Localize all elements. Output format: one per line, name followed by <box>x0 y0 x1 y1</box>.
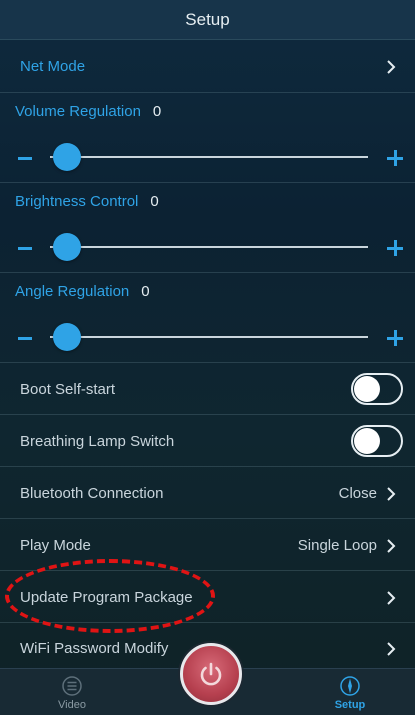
play-mode-label: Play Mode <box>20 537 91 554</box>
angle-title: Angle Regulation 0 <box>15 283 150 300</box>
angle-plus-button[interactable] <box>387 330 403 346</box>
breathing-lamp-label: Breathing Lamp Switch <box>20 433 175 450</box>
brightness-minus-button[interactable] <box>18 247 32 250</box>
bluetooth-connection-label: Bluetooth Connection <box>20 485 164 502</box>
volume-slider-track[interactable] <box>50 156 368 158</box>
brightness-title: Brightness Control 0 <box>15 193 159 210</box>
bluetooth-connection-value: Close <box>338 485 377 502</box>
chevron-right-icon <box>383 590 399 606</box>
chevron-right-icon <box>383 59 399 75</box>
compass-icon <box>340 676 360 696</box>
tab-video[interactable]: Video <box>42 675 102 711</box>
chevron-right-icon <box>383 641 399 657</box>
breathing-lamp-toggle[interactable] <box>351 425 403 457</box>
volume-value: 0 <box>152 103 162 120</box>
power-icon <box>200 662 222 686</box>
highlight-annotation <box>5 559 215 633</box>
list-icon <box>62 676 82 696</box>
play-mode-value: Single Loop <box>297 537 377 554</box>
volume-slider-block: Volume Regulation 0 <box>0 93 415 183</box>
volume-label: Volume Regulation <box>15 103 141 120</box>
volume-slider-thumb[interactable] <box>53 143 81 171</box>
angle-value: 0 <box>141 283 150 300</box>
volume-minus-button[interactable] <box>18 157 32 160</box>
brightness-slider-thumb[interactable] <box>53 233 81 261</box>
brightness-label: Brightness Control <box>15 193 139 210</box>
tab-setup[interactable]: Setup <box>320 675 380 711</box>
breathing-lamp-row: Breathing Lamp Switch <box>0 415 415 467</box>
angle-slider-block: Angle Regulation 0 <box>0 273 415 363</box>
toggle-knob <box>354 376 380 402</box>
tab-video-label: Video <box>58 699 86 711</box>
chevron-right-icon <box>383 486 399 502</box>
chevron-right-icon <box>383 538 399 554</box>
wifi-password-modify-label: WiFi Password Modify <box>20 640 169 657</box>
setup-screen: Setup Net Mode Volume Regulation 0 Bright… <box>0 0 415 715</box>
angle-slider-thumb[interactable] <box>53 323 81 351</box>
header-bar: Setup <box>0 0 415 40</box>
boot-self-start-row: Boot Self-start <box>0 363 415 415</box>
volume-plus-button[interactable] <box>387 150 403 166</box>
brightness-value: 0 <box>150 193 159 210</box>
brightness-plus-button[interactable] <box>387 240 403 256</box>
angle-slider-track[interactable] <box>50 336 368 338</box>
boot-self-start-label: Boot Self-start <box>20 381 116 398</box>
power-button[interactable] <box>180 643 242 705</box>
volume-title: Volume Regulation 0 <box>15 103 161 120</box>
brightness-slider-block: Brightness Control 0 <box>0 183 415 273</box>
net-mode-row[interactable]: Net Mode <box>0 41 415 93</box>
angle-label: Angle Regulation <box>15 283 130 300</box>
tab-setup-label: Setup <box>334 699 366 711</box>
net-mode-label: Net Mode <box>20 58 86 75</box>
angle-minus-button[interactable] <box>18 337 32 340</box>
toggle-knob <box>354 428 380 454</box>
brightness-slider-track[interactable] <box>50 246 368 248</box>
bluetooth-connection-row[interactable]: Bluetooth Connection Close <box>0 467 415 519</box>
page-title: Setup <box>185 9 230 29</box>
boot-self-start-toggle[interactable] <box>351 373 403 405</box>
